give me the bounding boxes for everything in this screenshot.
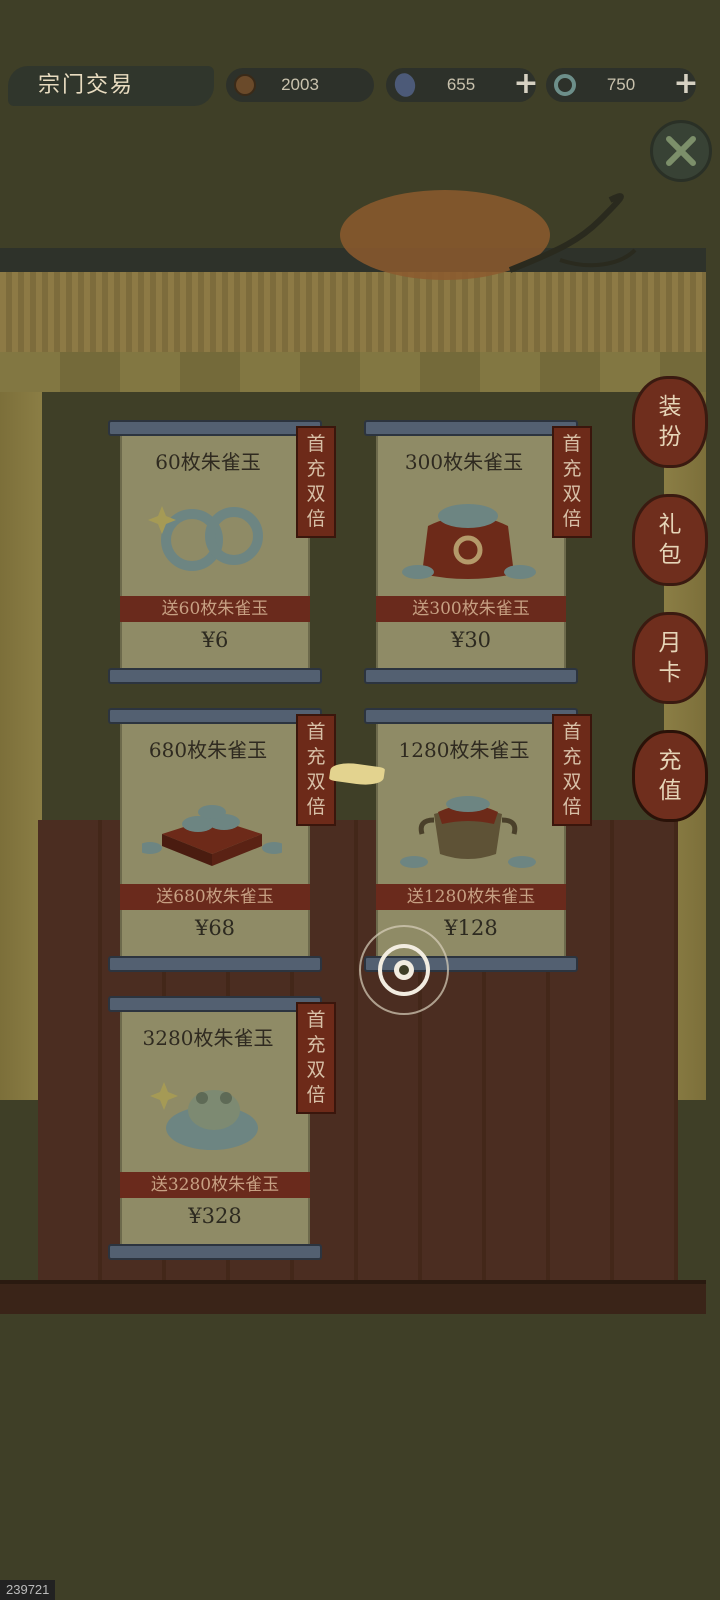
bonus-ribbon: 送1280枚朱雀玉	[376, 884, 566, 910]
bonus-ribbon: 送3280枚朱雀玉	[120, 1172, 310, 1198]
scroll-rod-bottom	[108, 956, 322, 972]
tab-costume-char1: 装	[658, 394, 682, 420]
tab-costume[interactable]: 装 扮	[632, 376, 708, 468]
badge-char: 首	[306, 433, 326, 455]
tab-monthly-card[interactable]: 月 卡	[632, 612, 708, 704]
bonus-ribbon: 送60枚朱雀玉	[120, 596, 310, 622]
jade-toad-icon	[150, 1082, 258, 1150]
curtain-valance	[0, 352, 706, 392]
coin-amount: 2003	[281, 75, 319, 94]
price-label: ¥30	[450, 628, 492, 652]
tab-recharge[interactable]: 充 值	[632, 730, 708, 822]
badge-char: 首	[562, 433, 582, 455]
first-charge-double-badge: 首 充 双 倍	[552, 714, 592, 826]
badge-char: 双	[306, 771, 326, 793]
scroll-rod-bottom	[108, 1244, 322, 1260]
tab-monthly-card-char2: 卡	[658, 660, 682, 686]
package-card-3280[interactable]: 3280枚朱雀玉 送3280枚朱雀玉 ¥328 首 充 双 倍	[108, 996, 336, 1260]
badge-char: 双	[562, 771, 582, 793]
crystal-gem-icon	[389, 69, 421, 101]
badge-char: 倍	[306, 508, 326, 530]
package-title: 60枚朱雀玉	[155, 450, 261, 474]
badge-char: 充	[306, 1034, 326, 1056]
badge-char: 首	[306, 721, 326, 743]
left-curtain	[0, 380, 42, 1100]
tab-gift-pack-char1: 礼	[658, 512, 682, 538]
branch-decoration	[508, 193, 637, 273]
badge-char: 倍	[306, 1084, 326, 1106]
close-button[interactable]	[650, 120, 712, 182]
jade-chest-icon	[142, 805, 282, 866]
badge-char: 充	[562, 746, 582, 768]
watermark-id: 239721	[0, 1580, 56, 1600]
price-label: ¥328	[188, 1204, 242, 1228]
tab-costume-char2: 扮	[658, 424, 682, 450]
bonus-ribbon: 送680枚朱雀玉	[120, 884, 310, 910]
add-gems-button[interactable]: +	[512, 68, 540, 102]
package-title: 3280枚朱雀玉	[142, 1026, 274, 1050]
price-label: ¥68	[194, 916, 236, 940]
badge-char: 双	[306, 1059, 326, 1081]
package-card-60[interactable]: 60枚朱雀玉 送60枚朱雀玉 ¥6 首 充 双 倍	[108, 420, 336, 684]
tab-recharge-char1: 充	[658, 748, 682, 774]
scroll-rod-top	[364, 708, 578, 724]
jade-pouch-icon	[402, 504, 536, 579]
package-card-300[interactable]: 300枚朱雀玉 送300枚朱雀玉 ¥30 首 充 双 倍	[364, 420, 592, 684]
scroll-rod-top	[108, 420, 322, 436]
tab-recharge-char2: 值	[658, 778, 682, 804]
jade-amount: 750	[606, 75, 636, 94]
close-icon	[666, 136, 696, 166]
badge-char: 首	[306, 1009, 326, 1031]
bonus-ribbon: 送300枚朱雀玉	[376, 596, 566, 622]
package-title: 300枚朱雀玉	[404, 450, 524, 474]
touch-indicator-icon	[359, 925, 449, 1015]
tab-gift-pack-char2: 包	[658, 542, 682, 568]
package-title: 1280枚朱雀玉	[398, 738, 530, 762]
gem-counter: 655 +	[386, 68, 539, 102]
scroll-rod-top	[108, 996, 322, 1012]
jade-rings-icon	[148, 506, 263, 571]
badge-char: 双	[562, 483, 582, 505]
badge-char: 充	[562, 458, 582, 480]
badge-char: 充	[306, 746, 326, 768]
badge-char: 双	[306, 483, 326, 505]
copper-coin-icon	[234, 74, 256, 96]
jade-counter: 750 +	[546, 68, 699, 102]
package-title: 680枚朱雀玉	[148, 738, 268, 762]
tab-monthly-card-char1: 月	[658, 630, 682, 656]
scroll-rod-bottom	[364, 668, 578, 684]
add-jade-button[interactable]: +	[672, 68, 700, 102]
badge-char: 倍	[562, 796, 582, 818]
badge-char: 首	[562, 721, 582, 743]
scroll-rod-bottom	[108, 668, 322, 684]
coin-counter: 2003	[226, 68, 374, 102]
first-charge-double-badge: 首 充 双 倍	[296, 426, 336, 538]
shop-counter	[0, 1280, 706, 1314]
page-title: 宗门交易	[8, 66, 214, 106]
price-label: ¥6	[201, 628, 229, 652]
tab-gift-pack[interactable]: 礼 包	[632, 494, 708, 586]
first-charge-double-badge: 首 充 双 倍	[552, 426, 592, 538]
badge-char: 倍	[306, 796, 326, 818]
jade-cauldron-icon	[400, 796, 536, 868]
jade-ring-icon	[554, 74, 576, 96]
scroll-rod-top	[108, 708, 322, 724]
badge-char: 充	[306, 458, 326, 480]
package-card-680[interactable]: 680枚朱雀玉 送680枚朱雀玉 ¥68 首 充 双 倍	[108, 708, 336, 972]
badge-char: 倍	[562, 508, 582, 530]
gem-amount: 655	[446, 75, 476, 94]
scroll-rod-top	[364, 420, 578, 436]
first-charge-double-badge: 首 充 双 倍	[296, 1002, 336, 1114]
